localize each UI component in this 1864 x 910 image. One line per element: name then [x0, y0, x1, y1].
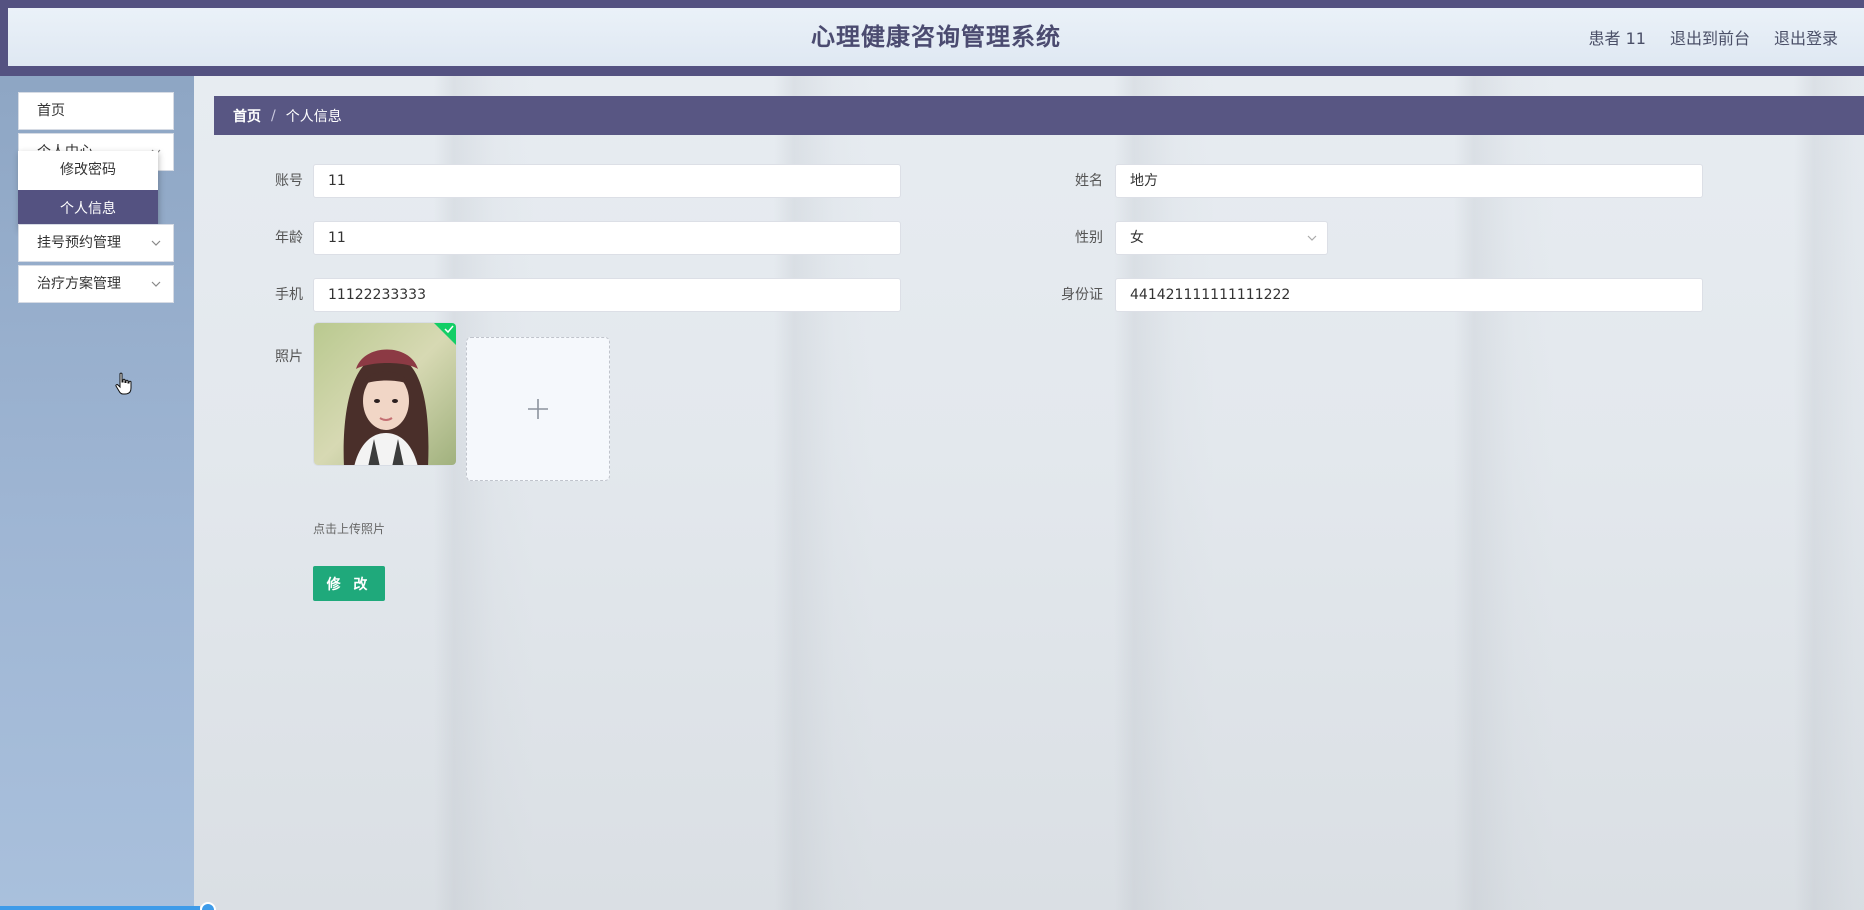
- sidebar-item-label: 首页: [37, 103, 65, 119]
- app-title: 心理健康咨询管理系统: [811, 23, 1061, 51]
- photo-label: 照片: [275, 349, 303, 365]
- phone-label: 手机: [275, 287, 303, 303]
- upload-success-check-icon: [434, 323, 456, 345]
- sidebar-item-treatment-plan-management[interactable]: 治疗方案管理: [18, 265, 174, 303]
- breadcrumb-current: 个人信息: [285, 108, 342, 125]
- header-left-edge: [0, 8, 8, 66]
- sidebar-item-label: 治疗方案管理: [37, 276, 121, 292]
- account-input[interactable]: 11: [313, 164, 901, 198]
- plus-icon: [528, 399, 548, 419]
- sidebar: 首页 个人中心 修改密码 个人信息 挂号预约管理 治疗方案管理: [0, 76, 194, 910]
- phone-input[interactable]: 11122233333: [313, 278, 901, 312]
- id-card-input[interactable]: 441421111111111222: [1115, 278, 1703, 312]
- gender-label: 性别: [1075, 230, 1103, 246]
- name-label: 姓名: [1075, 173, 1103, 189]
- chevron-down-icon: [1307, 222, 1317, 254]
- header-user-area: 患者 11 退出到前台 退出登录: [1589, 8, 1838, 66]
- uploaded-photo-thumbnail[interactable]: [313, 322, 457, 466]
- personal-center-submenu: 修改密码 个人信息: [18, 151, 158, 229]
- sidebar-item-home[interactable]: 首页: [18, 92, 174, 130]
- breadcrumb-home[interactable]: 首页: [233, 106, 261, 126]
- breadcrumb-separator: /: [271, 107, 276, 124]
- gender-select-value: 女: [1130, 230, 1144, 246]
- page-bottom-indicator: [0, 906, 200, 910]
- sidebar-item-change-password[interactable]: 修改密码: [18, 151, 158, 190]
- modify-button[interactable]: 修 改: [313, 566, 385, 601]
- logout-link[interactable]: 退出登录: [1774, 25, 1838, 49]
- user-label: 患者 11: [1588, 29, 1646, 48]
- header-top-strip: [0, 0, 1864, 8]
- gender-select[interactable]: 女: [1115, 221, 1328, 255]
- chevron-down-icon: [151, 225, 161, 261]
- id-card-label: 身份证: [1061, 287, 1103, 303]
- breadcrumb: 首页 / 个人信息: [214, 96, 1864, 135]
- main-content: 首页 / 个人信息 账号 11 姓名 地方 年龄 11 性别 女 手机 1112…: [194, 76, 1864, 910]
- age-input[interactable]: 11: [313, 221, 901, 255]
- chevron-down-icon: [151, 266, 161, 302]
- hand-cursor-icon: [115, 372, 132, 395]
- upload-photo-button[interactable]: [466, 337, 610, 481]
- account-label: 账号: [275, 173, 303, 189]
- name-input[interactable]: 地方: [1115, 164, 1703, 198]
- sidebar-item-label: 挂号预约管理: [37, 235, 121, 251]
- upload-hint-text: 点击上传照片: [313, 522, 386, 536]
- app-header: 心理健康咨询管理系统 患者 11 退出到前台 退出登录: [8, 8, 1864, 66]
- back-to-front-link[interactable]: 退出到前台: [1670, 25, 1750, 49]
- age-label: 年龄: [275, 230, 303, 246]
- header-bottom-bar: [0, 66, 1864, 76]
- sidebar-item-appointment-management[interactable]: 挂号预约管理: [18, 224, 174, 262]
